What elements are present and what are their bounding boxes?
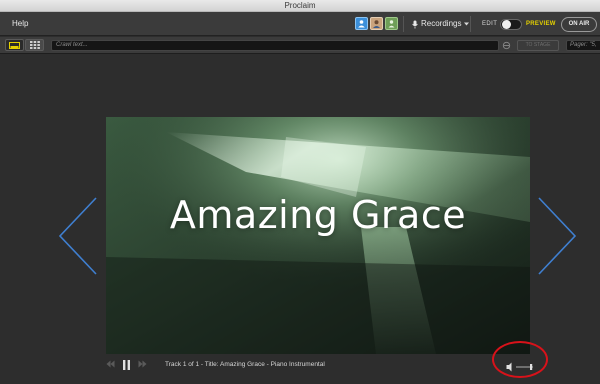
track-info: Track 1 of 1 - Title: Amazing Grace - Pi… — [165, 361, 325, 368]
grid-icon — [29, 41, 40, 49]
microphone-icon — [412, 20, 418, 28]
crawl-text-input[interactable]: Crawl text... — [51, 40, 499, 51]
slide-layout-icon — [9, 41, 20, 49]
window-titlebar: Proclaim — [0, 0, 600, 12]
pause-icon[interactable] — [122, 360, 131, 370]
edit-mode-label[interactable]: EDIT — [482, 12, 497, 36]
participant-avatars — [355, 17, 398, 30]
top-bar: Help Recordings EDIT PREVIEW ON AIR — [0, 12, 600, 36]
toolbar: Crawl text... TO STAGE Pager: "5, — [0, 37, 600, 54]
chevron-down-icon — [464, 22, 470, 26]
slide-preview[interactable]: Amazing Grace — [106, 117, 530, 354]
grid-view-button[interactable] — [25, 39, 44, 51]
to-stage-button[interactable]: TO STAGE — [517, 40, 559, 51]
fast-forward-icon[interactable] — [138, 360, 147, 368]
recordings-label: Recordings — [421, 19, 462, 28]
pager-input[interactable]: Pager: "5, — [566, 40, 600, 51]
user-photo[interactable] — [370, 17, 383, 30]
toggle-knob — [502, 20, 511, 29]
previous-slide-icon[interactable] — [57, 196, 99, 276]
group-icon[interactable] — [385, 17, 398, 30]
annotation-highlight-circle — [492, 341, 548, 378]
divider — [470, 16, 471, 32]
divider — [403, 16, 404, 32]
preview-mode-label[interactable]: PREVIEW — [526, 12, 556, 36]
on-air-button[interactable]: ON AIR — [561, 17, 597, 32]
next-slide-icon[interactable] — [536, 196, 578, 276]
recordings-menu[interactable]: Recordings — [412, 12, 470, 36]
lower-third-view-button[interactable] — [5, 39, 24, 51]
menu-help[interactable]: Help — [12, 12, 28, 36]
clear-crawl-icon[interactable] — [502, 41, 511, 50]
slide-title: Amazing Grace — [169, 193, 467, 237]
window-title: Proclaim — [284, 1, 316, 10]
edit-preview-toggle[interactable] — [500, 19, 522, 30]
rewind-icon[interactable] — [106, 360, 115, 368]
media-transport-bar: Track 1 of 1 - Title: Amazing Grace - Pi… — [106, 357, 530, 373]
person-icon[interactable] — [355, 17, 368, 30]
